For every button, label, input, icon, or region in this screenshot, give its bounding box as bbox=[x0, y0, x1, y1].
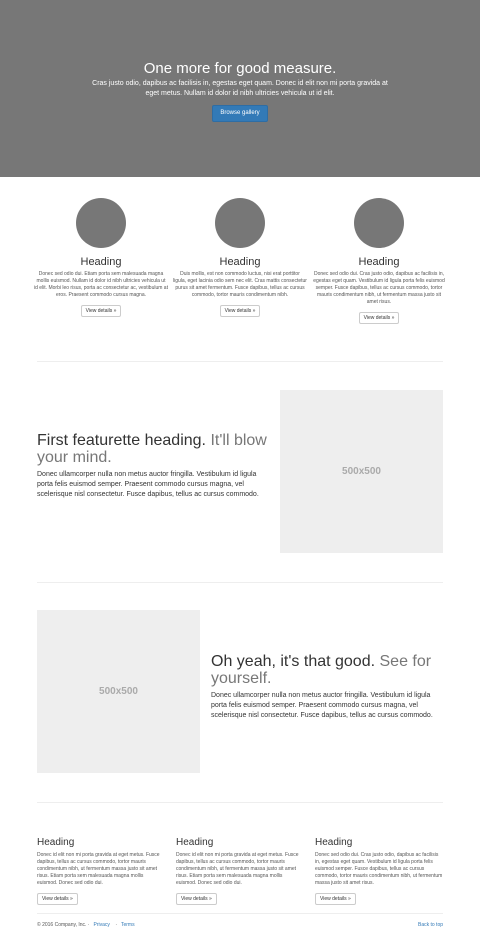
featurette-image: 500x500 bbox=[280, 390, 443, 553]
view-details-button[interactable]: View details » bbox=[358, 312, 400, 324]
featurette-text: Donec ullamcorper nulla non metus auctor… bbox=[211, 692, 433, 719]
featurette-heading: Oh yeah, it's that good. See for yoursel… bbox=[211, 653, 432, 687]
column-text: Donec sed odio dui. Etiam porta sem male… bbox=[34, 271, 168, 298]
circle-image bbox=[215, 198, 265, 248]
view-details-button[interactable]: View details » bbox=[80, 305, 122, 317]
circle-image bbox=[354, 198, 404, 248]
column-heading: Heading bbox=[37, 837, 75, 848]
featurette-divider bbox=[37, 582, 443, 583]
view-details-button[interactable]: View details » bbox=[37, 893, 78, 905]
back-to-top-link[interactable]: Back to top bbox=[418, 922, 443, 928]
bottom-column-3: Heading Donec sed odio dui. Cras justo o… bbox=[315, 837, 443, 905]
column-heading: Heading bbox=[80, 256, 122, 268]
column-heading: Heading bbox=[315, 837, 353, 848]
column-text: Duis mollis, est non commodo luctus, nis… bbox=[173, 271, 307, 298]
circle-image bbox=[76, 198, 126, 248]
column-text: Donec sed odio dui. Cras justo odio, dap… bbox=[315, 852, 443, 886]
hero-title: One more for good measure. bbox=[143, 60, 337, 77]
bottom-column-1: Heading Donec id elit non mi porta gravi… bbox=[37, 837, 165, 905]
column-text: Donec id elit non mi porta gravida at eg… bbox=[176, 852, 299, 886]
browse-gallery-button[interactable]: Browse gallery bbox=[212, 105, 268, 122]
hero-text: Cras justo odio, dapibus ac facilisis in… bbox=[92, 80, 388, 97]
featurette-image: 500x500 bbox=[37, 610, 200, 773]
footer: © 2016 Company, Inc. · Privacy · Terms Bac… bbox=[37, 922, 443, 928]
featurette-2: Oh yeah, it's that good. See for yoursel… bbox=[211, 653, 443, 721]
marketing-column-2: Heading Duis mollis, est non commodo luc… bbox=[173, 198, 307, 317]
column-heading: Heading bbox=[219, 256, 261, 268]
bottom-column-2: Heading Donec id elit non mi porta gravi… bbox=[176, 837, 304, 905]
view-details-button[interactable]: View details » bbox=[176, 893, 217, 905]
column-heading: Heading bbox=[176, 837, 214, 848]
marketing-column-3: Heading Donec sed odio dui. Cras justo o… bbox=[312, 198, 446, 324]
featurette-1: First featurette heading. It'll blow you… bbox=[37, 432, 269, 500]
marketing-column-1: Heading Donec sed odio dui. Etiam porta … bbox=[34, 198, 168, 317]
footer-divider bbox=[37, 913, 443, 914]
copyright-text: © 2016 Company, Inc. bbox=[37, 922, 87, 928]
featurette-divider bbox=[37, 802, 443, 803]
column-text: Donec id elit non mi porta gravida at eg… bbox=[37, 852, 160, 886]
column-heading: Heading bbox=[358, 256, 400, 268]
view-details-button[interactable]: View details » bbox=[219, 305, 261, 317]
column-text: Donec sed odio dui. Cras justo odio, dap… bbox=[313, 271, 445, 305]
terms-link[interactable]: Terms bbox=[121, 922, 135, 928]
featurette-divider bbox=[37, 361, 443, 362]
view-details-button[interactable]: View details » bbox=[315, 893, 356, 905]
featurette-heading: First featurette heading. It'll blow you… bbox=[37, 432, 267, 466]
featurette-text: Donec ullamcorper nulla non metus auctor… bbox=[37, 471, 259, 498]
hero-banner: One more for good measure. Cras justo od… bbox=[0, 0, 480, 177]
privacy-link[interactable]: Privacy bbox=[94, 922, 110, 928]
